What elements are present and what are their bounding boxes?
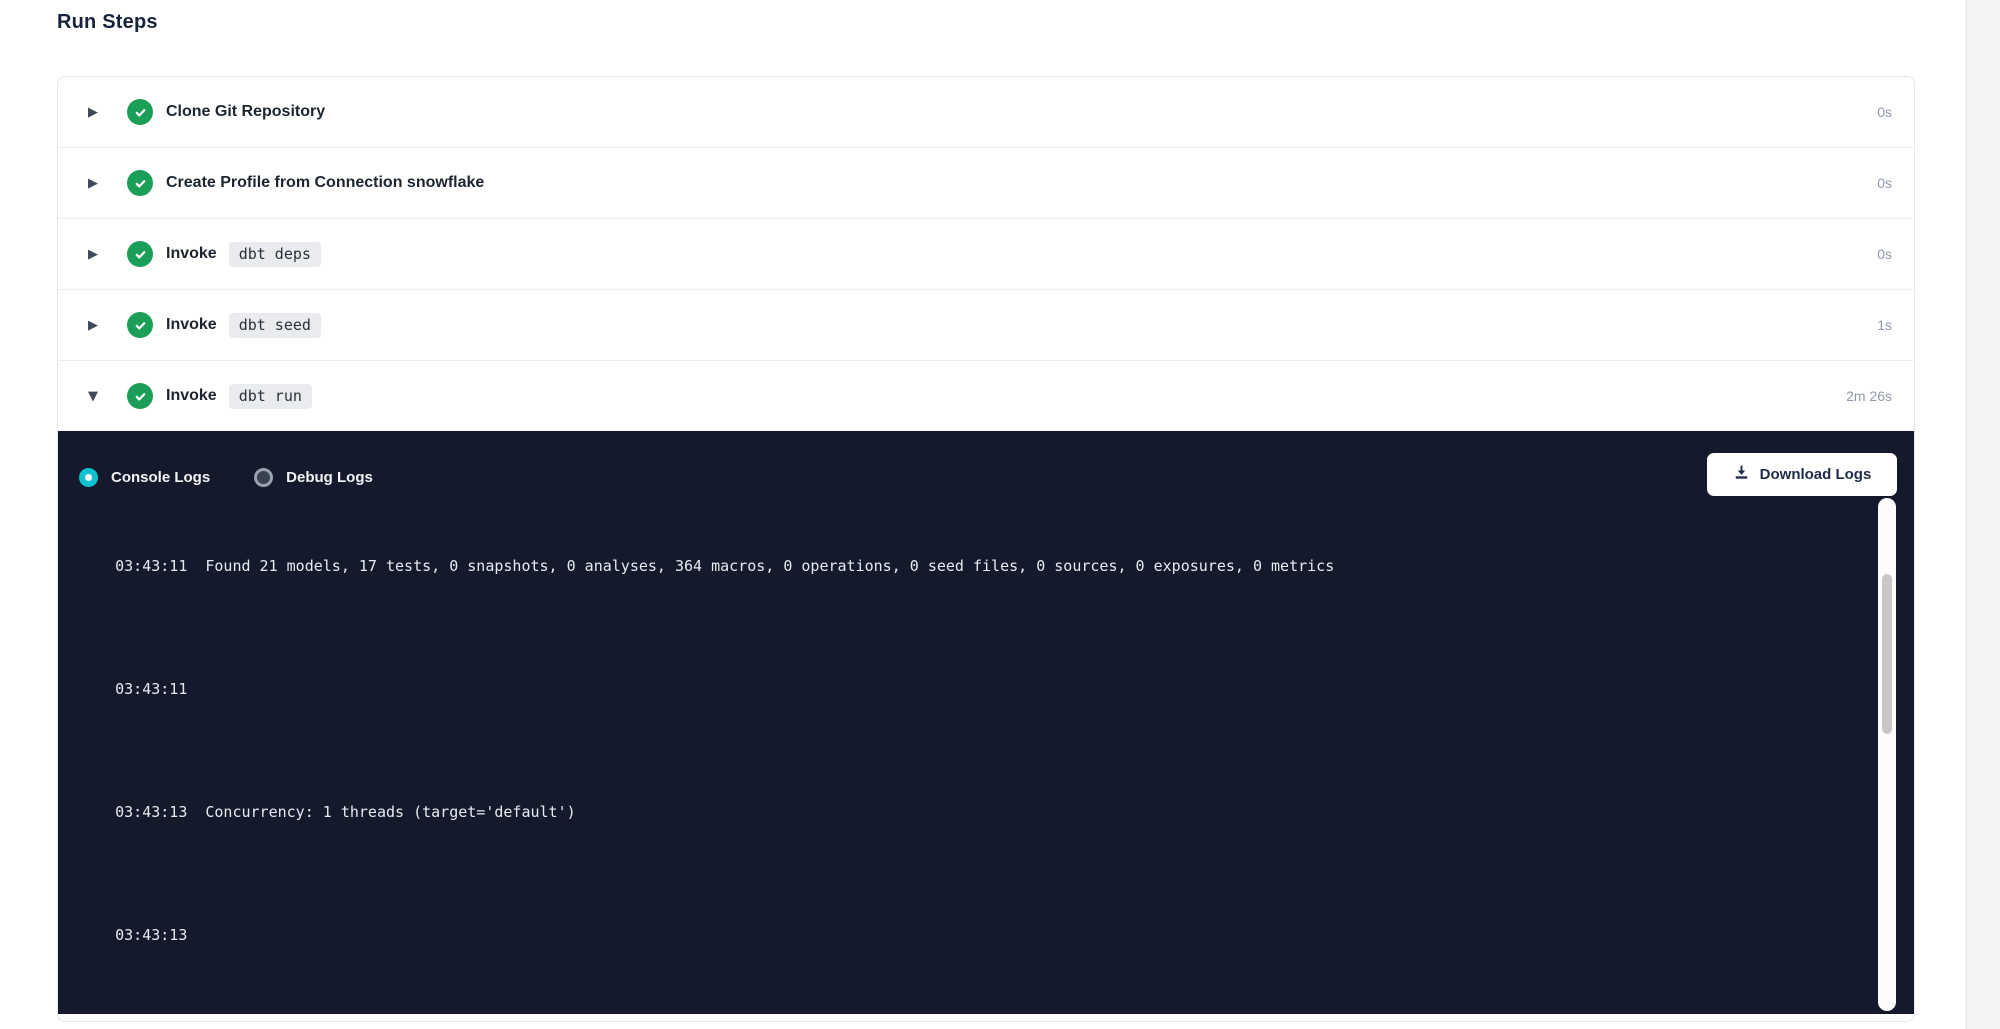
log-timestamp: 03:43:11 [115, 680, 205, 698]
console-scrollbar-track[interactable] [1878, 498, 1896, 1011]
run-step-row[interactable]: ▶ Invoke dbt seed 1s [58, 290, 1914, 361]
chevron-right-icon[interactable]: ▶ [88, 319, 104, 332]
log-line: 03:43:11 [79, 658, 1874, 720]
console-logs-radio[interactable]: Console Logs [79, 468, 210, 487]
check-circle-icon [127, 383, 153, 409]
console-log-output: 03:43:11Found 21 models, 17 tests, 0 sna… [58, 499, 1874, 1014]
step-label: Invoke [166, 387, 217, 405]
chevron-right-icon[interactable]: ▶ [88, 248, 104, 261]
log-timestamp: 03:43:13 [115, 926, 205, 944]
step-duration: 0s [1877, 104, 1892, 120]
page-title: Run Steps [57, 11, 158, 34]
chevron-right-icon[interactable]: ▶ [88, 177, 104, 190]
step-label: Invoke [166, 316, 217, 334]
page: Run Steps ▶ Clone Git Repository 0s ▶ Cr… [0, 0, 2000, 1029]
step-duration: 2m 26s [1846, 388, 1892, 404]
check-circle-icon [127, 99, 153, 125]
log-timestamp: 03:43:11 [115, 557, 205, 575]
radio-unselected-icon[interactable] [254, 468, 273, 487]
check-circle-icon [127, 241, 153, 267]
run-step-row[interactable]: ▶ Clone Git Repository 0s [58, 77, 1914, 148]
check-circle-icon [127, 170, 153, 196]
log-line: 03:43:11Found 21 models, 17 tests, 0 sna… [79, 535, 1874, 597]
console-log-viewport[interactable]: 03:43:11Found 21 models, 17 tests, 0 sna… [58, 499, 1874, 1014]
step-duration: 0s [1877, 246, 1892, 262]
page-background-strip [1966, 0, 2000, 1029]
step-duration: 0s [1877, 175, 1892, 191]
run-step-row[interactable]: ▶ Create Profile from Connection snowfla… [58, 148, 1914, 219]
log-line: 03:43:13Concurrency: 1 threads (target='… [79, 781, 1874, 843]
run-steps-card: ▶ Clone Git Repository 0s ▶ Create Profi… [57, 76, 1915, 1022]
step-duration: 1s [1877, 317, 1892, 333]
run-step-row[interactable]: ▼ Invoke dbt run 2m 26s [58, 361, 1914, 431]
run-step-row[interactable]: ▶ Invoke dbt deps 0s [58, 219, 1914, 290]
log-line: 03:43:13 [79, 904, 1874, 966]
console-panel: Console Logs Debug Logs Download Logs 03… [58, 431, 1914, 1014]
log-timestamp: 03:43:13 [115, 803, 205, 821]
debug-logs-radio[interactable]: Debug Logs [254, 468, 373, 487]
chevron-down-icon[interactable]: ▼ [88, 390, 104, 403]
radio-label[interactable]: Console Logs [111, 469, 210, 486]
step-command-badge: dbt deps [229, 242, 321, 267]
log-type-radio-group: Console Logs Debug Logs [79, 468, 373, 487]
console-scrollbar-thumb[interactable] [1882, 574, 1892, 734]
step-command-badge: dbt seed [229, 313, 321, 338]
step-command-badge: dbt run [229, 384, 312, 409]
step-label: Create Profile from Connection snowflake [166, 174, 484, 192]
download-icon [1733, 464, 1750, 485]
download-logs-label: Download Logs [1760, 466, 1872, 483]
check-circle-icon [127, 312, 153, 338]
download-logs-button[interactable]: Download Logs [1707, 453, 1897, 496]
radio-selected-icon[interactable] [79, 468, 98, 487]
run-steps-list: ▶ Clone Git Repository 0s ▶ Create Profi… [58, 77, 1914, 431]
step-label: Clone Git Repository [166, 103, 325, 121]
radio-label[interactable]: Debug Logs [286, 469, 373, 486]
step-label: Invoke [166, 245, 217, 263]
chevron-right-icon[interactable]: ▶ [88, 106, 104, 119]
